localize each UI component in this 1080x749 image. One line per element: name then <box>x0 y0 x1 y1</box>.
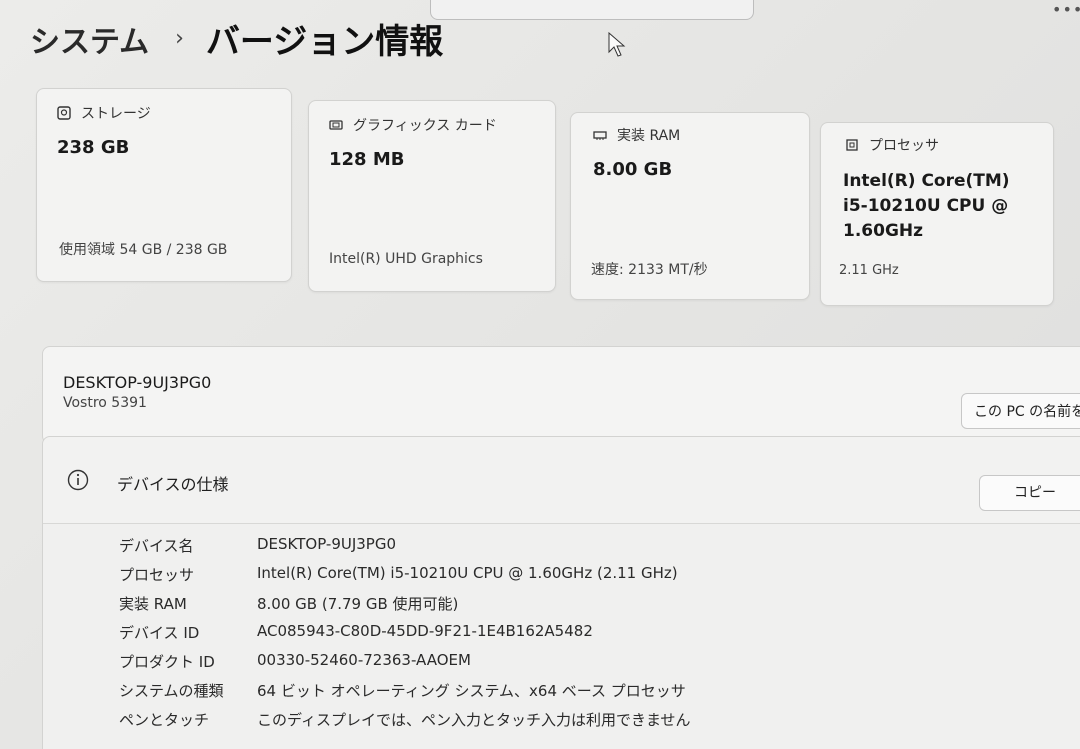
device-specs-header[interactable]: デバイスの仕様 コピー <box>43 437 1080 524</box>
spec-value: DESKTOP-9UJ3PG0 <box>257 535 397 553</box>
page-title: バージョン情報 <box>205 22 444 62</box>
device-name: DESKTOP-9UJ3PG0 <box>63 373 212 392</box>
spec-key: プロセッサ <box>119 566 195 584</box>
storage-usage: 使用領域 54 GB / 238 GB <box>59 242 228 258</box>
spec-key: デバイス名 <box>119 537 194 555</box>
processor-value: Intel(R) Core(TM) i5-10210U CPU @ 1.60GH… <box>843 169 1010 244</box>
settings-page: ••• システム › バージョン情報 ストレージ 238 GB 使用領域 54 … <box>0 0 1080 749</box>
spec-value: Intel(R) Core(TM) i5-10210U CPU @ 1.60GH… <box>257 564 678 582</box>
info-icon <box>67 469 89 491</box>
processor-label: プロセッサ <box>869 138 939 154</box>
graphics-label: グラフィックス カード <box>353 118 497 134</box>
storage-label: ストレージ <box>81 106 151 122</box>
ram-value: 8.00 GB <box>593 159 673 180</box>
breadcrumb: システム › バージョン情報 <box>30 14 443 63</box>
graphics-card-icon <box>329 120 343 130</box>
spec-key: プロダクト ID <box>119 653 215 671</box>
device-specs-panel: デバイスの仕様 コピー デバイス名 DESKTOP-9UJ3PG0 プロセッサ … <box>42 436 1080 749</box>
processor-speed: 2.11 GHz <box>839 263 899 278</box>
mouse-cursor-icon <box>608 32 626 57</box>
graphics-model: Intel(R) UHD Graphics <box>329 251 483 267</box>
processor-card: プロセッサ Intel(R) Core(TM) i5-10210U CPU @ … <box>820 122 1054 306</box>
ram-card: 実装 RAM 8.00 GB 速度: 2133 MT/秒 <box>570 112 810 300</box>
breadcrumb-separator: › <box>175 26 184 51</box>
spec-value: 64 ビット オペレーティング システム、x64 ベース プロセッサ <box>257 682 686 700</box>
rename-pc-button[interactable]: この PC の名前を変 <box>961 393 1080 429</box>
storage-card: ストレージ 238 GB 使用領域 54 GB / 238 GB <box>36 88 292 282</box>
spec-value: 00330-52460-72363-AAOEM <box>257 651 471 669</box>
device-name-row: DESKTOP-9UJ3PG0 Vostro 5391 この PC の名前を変 <box>42 346 1080 444</box>
spec-value: AC085943-C80D-45DD-9F21-1E4B162A5482 <box>257 622 593 640</box>
spec-key: 実装 RAM <box>119 595 187 613</box>
search-box[interactable] <box>430 0 754 20</box>
spec-value: このディスプレイでは、ペン入力とタッチ入力は利用できません <box>257 711 691 729</box>
spec-key: デバイス ID <box>119 624 200 642</box>
ram-label: 実装 RAM <box>617 128 681 144</box>
storage-icon <box>57 106 71 120</box>
spec-key: ペンとタッチ <box>119 711 210 729</box>
more-options-icon[interactable]: ••• <box>1052 0 1080 19</box>
processor-value-line: 1.60GHz <box>843 221 924 241</box>
spec-value: 8.00 GB (7.79 GB 使用可能) <box>257 595 459 613</box>
spec-key: システムの種類 <box>119 682 224 700</box>
processor-value-line: Intel(R) Core(TM) <box>843 171 1010 191</box>
ram-icon <box>593 131 607 140</box>
processor-value-line: i5-10210U CPU @ <box>843 196 1009 216</box>
storage-value: 238 GB <box>57 137 130 158</box>
ram-speed: 速度: 2133 MT/秒 <box>591 262 708 278</box>
graphics-card-card: グラフィックス カード 128 MB Intel(R) UHD Graphics <box>308 100 556 292</box>
device-model: Vostro 5391 <box>63 395 147 411</box>
copy-button[interactable]: コピー <box>979 475 1080 511</box>
device-specs-title: デバイスの仕様 <box>117 475 229 494</box>
graphics-value: 128 MB <box>329 149 405 170</box>
processor-icon <box>846 139 858 151</box>
breadcrumb-parent-link[interactable]: システム <box>30 17 149 61</box>
